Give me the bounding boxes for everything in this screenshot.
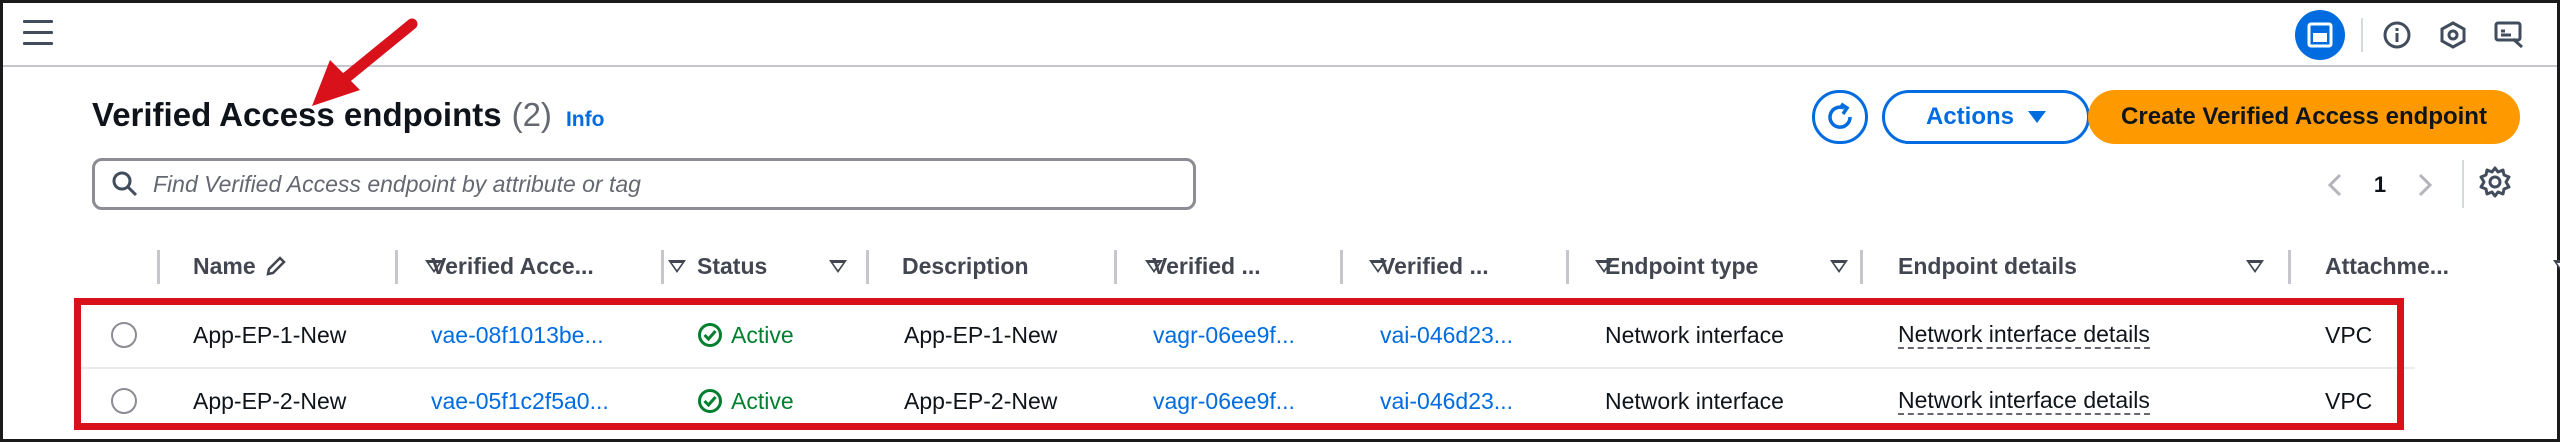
table-header: Name Verified Acce... Status Description… (70, 242, 2560, 290)
column-divider (395, 250, 398, 284)
page-header: Verified Access endpoints (2) Info (92, 96, 604, 134)
column-divider (2288, 250, 2291, 284)
page-number[interactable]: 1 (2352, 172, 2408, 198)
drawer-panel-icon[interactable] (2295, 10, 2345, 60)
column-header-label: Description (902, 252, 1029, 279)
sort-caret-icon (2553, 260, 2560, 273)
settings-gear-icon[interactable] (2478, 165, 2512, 204)
actions-button-label: Actions (1925, 103, 2014, 130)
column-divider (866, 250, 869, 284)
actions-dropdown-button[interactable]: Actions (1882, 90, 2090, 144)
column-header-verified-access-group[interactable]: Verified ... (1152, 242, 1387, 290)
create-endpoint-button[interactable]: Create Verified Access endpoint (2088, 90, 2520, 144)
column-header-endpoint-details[interactable]: Endpoint details (1898, 242, 2278, 290)
column-divider (1114, 250, 1117, 284)
column-header-label: Attachme... (2325, 252, 2449, 279)
annotation-highlight-box (74, 298, 2404, 430)
caret-down-icon (2028, 111, 2046, 123)
info-link[interactable]: Info (566, 108, 604, 132)
column-header-attachment[interactable]: Attachme... (2325, 242, 2560, 290)
item-count: (2) (511, 96, 552, 133)
refresh-icon (1828, 102, 1852, 129)
refresh-button[interactable] (1812, 90, 1868, 144)
column-header-name[interactable]: Name (193, 242, 455, 290)
search-field[interactable] (92, 158, 1196, 210)
column-header-label: Endpoint details (1898, 252, 2077, 279)
column-header-verified-access-endpoint-id[interactable]: Verified Acce... (431, 242, 691, 290)
search-icon (111, 170, 139, 198)
column-divider (1860, 250, 1863, 284)
sort-caret-icon (829, 260, 847, 273)
column-divider (1340, 250, 1343, 284)
top-utility-icons (2295, 10, 2537, 60)
column-divider (157, 250, 160, 284)
sort-caret-icon (2246, 260, 2264, 273)
column-header-endpoint-type[interactable]: Endpoint type (1605, 242, 1865, 290)
edit-pencil-icon (266, 256, 286, 276)
column-header-label: Verified ... (1380, 252, 1489, 279)
feedback-icon[interactable] (2481, 11, 2537, 59)
pagination: 1 (2318, 164, 2442, 206)
divider (2462, 160, 2464, 208)
info-circle-icon[interactable] (2369, 11, 2425, 59)
column-divider (661, 250, 664, 284)
column-header-status[interactable]: Status (697, 242, 887, 290)
column-header-description[interactable]: Description (902, 242, 1163, 290)
column-divider (1566, 250, 1569, 284)
search-input[interactable] (153, 170, 1113, 198)
column-header-label: Verified Acce... (431, 252, 594, 279)
page-title: Verified Access endpoints (92, 96, 502, 133)
divider (2361, 18, 2363, 52)
column-header-label: Status (697, 252, 768, 279)
previous-page-icon[interactable] (2318, 172, 2352, 198)
column-header-label: Name (193, 252, 256, 279)
column-header-verified-access-instance[interactable]: Verified ... (1380, 242, 1613, 290)
menu-icon[interactable] (23, 20, 53, 46)
next-page-icon[interactable] (2408, 172, 2442, 198)
column-header-label: Verified ... (1152, 252, 1261, 279)
security-hexagon-icon[interactable] (2425, 11, 2481, 59)
sort-caret-icon (1830, 260, 1848, 273)
sort-caret-icon (668, 260, 686, 273)
column-header-label: Endpoint type (1605, 252, 1759, 279)
create-button-label: Create Verified Access endpoint (2121, 103, 2487, 130)
